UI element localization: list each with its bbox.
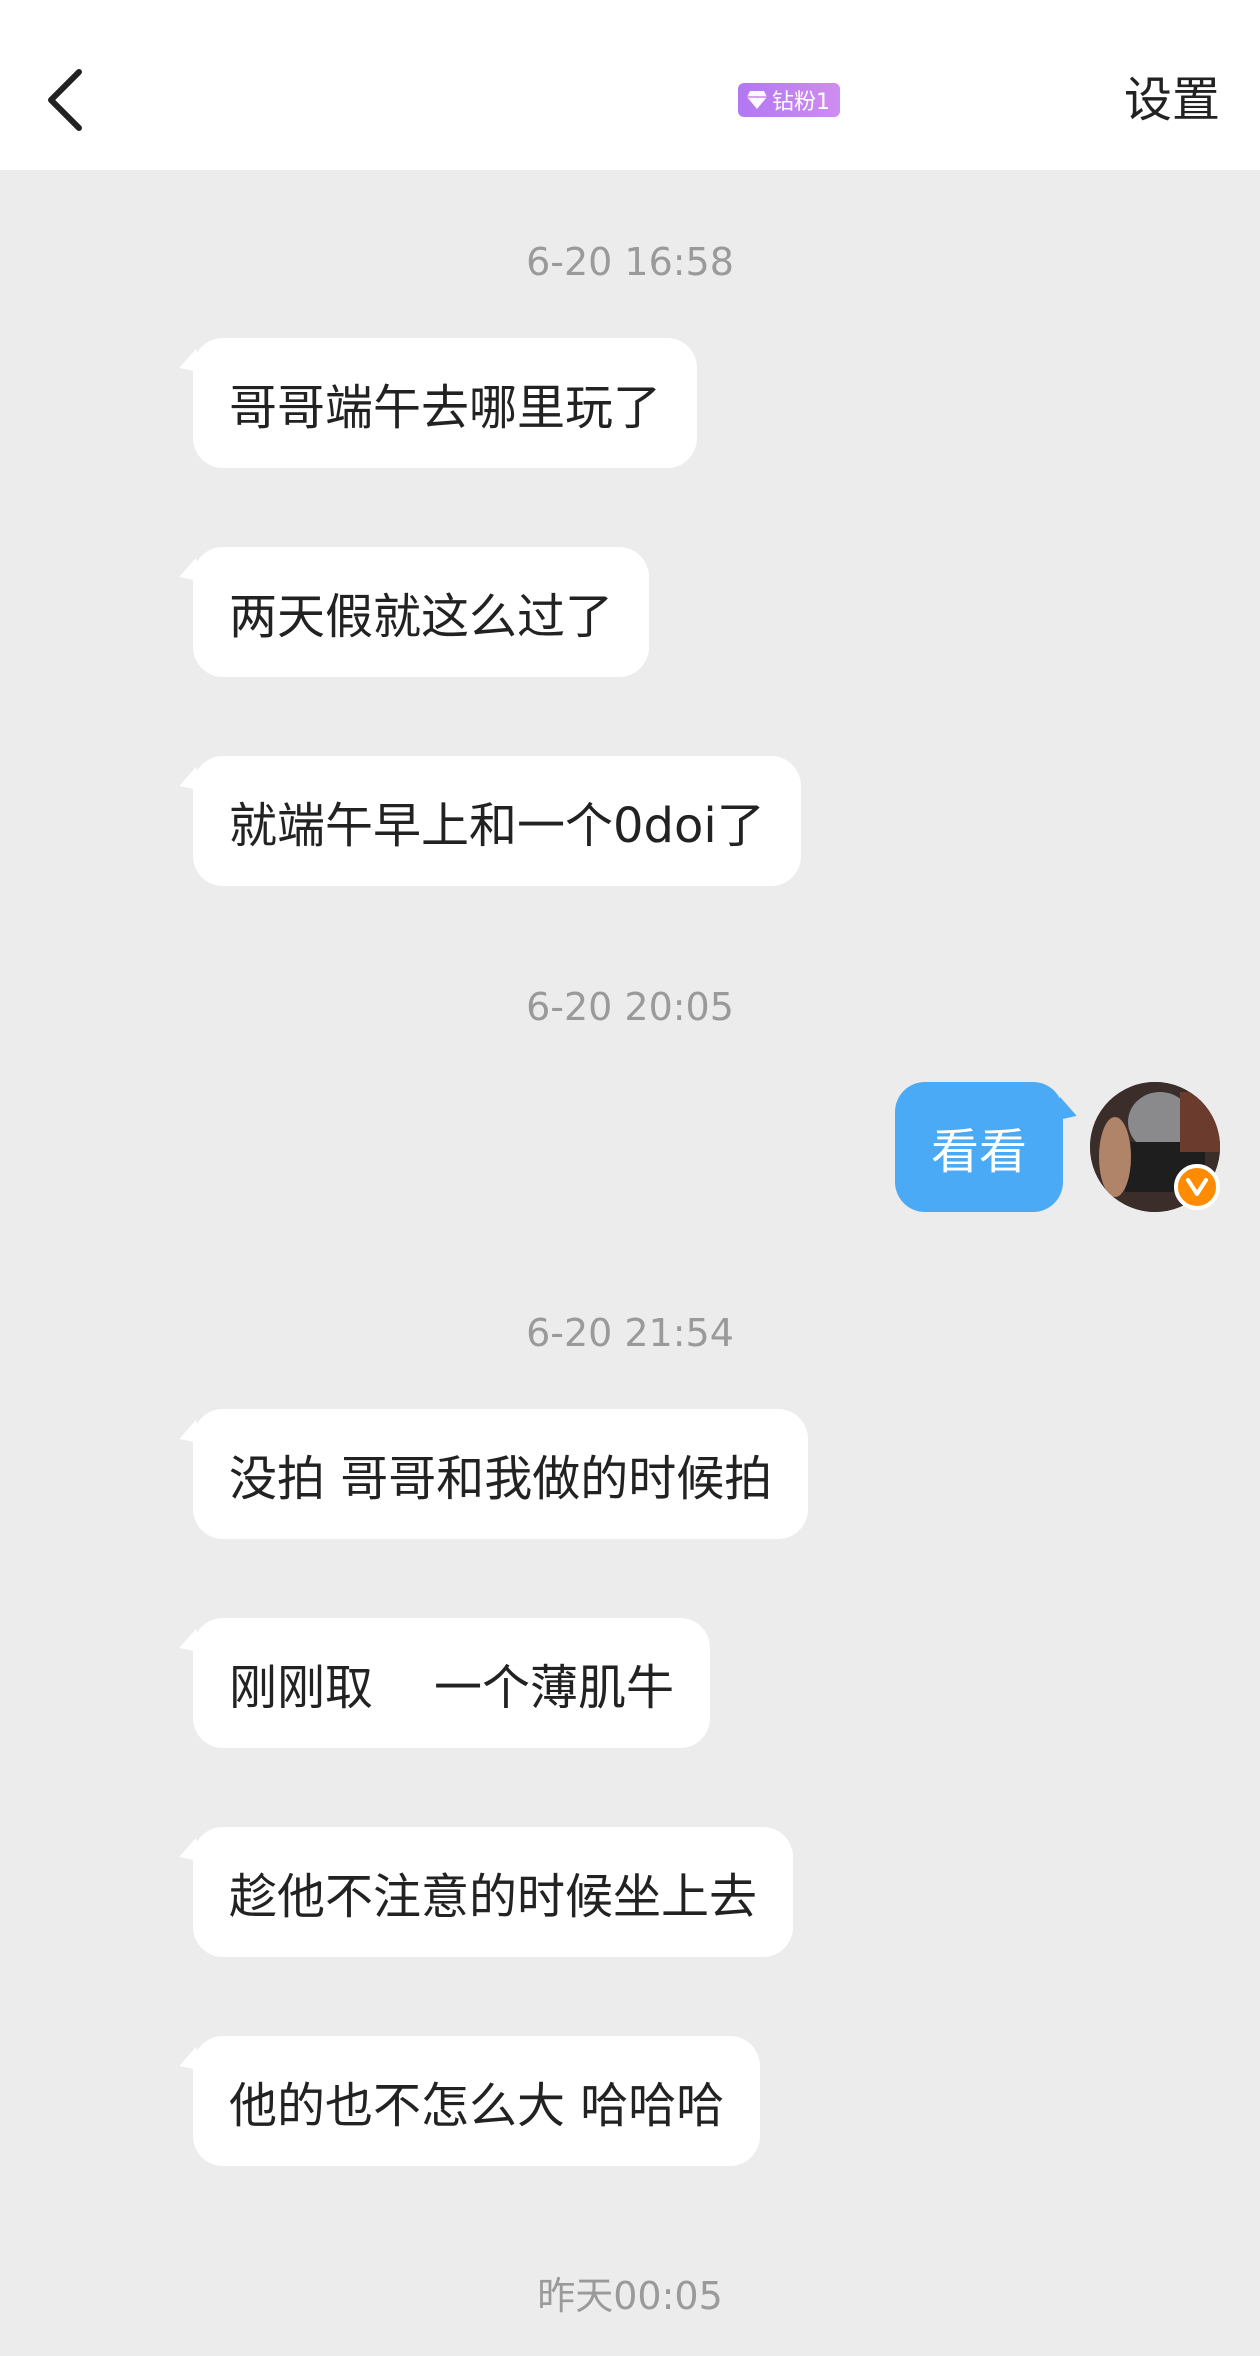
fan-level-badge: 钻粉1: [738, 83, 840, 117]
incoming-message[interactable]: 没拍 哥哥和我做的时候拍: [193, 1409, 809, 1539]
incoming-message[interactable]: 趁他不注意的时候坐上去: [193, 1827, 794, 1957]
message-text: 两天假就这么过了: [229, 589, 614, 645]
back-button[interactable]: [30, 55, 100, 145]
badge-label: 钻粉1: [772, 90, 830, 115]
message-text: 哥哥端午去哪里玩了: [229, 380, 662, 436]
top-bar: 钻粉1 设置: [0, 0, 1260, 170]
timestamp: 6-20 20:05: [526, 985, 734, 1029]
message-text: 趁他不注意的时候坐上去: [229, 1869, 758, 1925]
settings-button[interactable]: 设置: [1124, 70, 1220, 130]
back-arrow-icon: [48, 69, 82, 131]
verified-v-icon: [1174, 1164, 1220, 1210]
incoming-message[interactable]: 哥哥端午去哪里玩了: [193, 338, 698, 468]
message-text: 他的也不怎么大 哈哈哈: [229, 2078, 725, 2134]
timestamp: 昨天00:05: [537, 2274, 723, 2318]
message-text: 没拍 哥哥和我做的时候拍: [229, 1451, 773, 1507]
message-text: 看看: [931, 1124, 1028, 1180]
timestamp: 6-20 16:58: [526, 240, 734, 284]
incoming-message[interactable]: 他的也不怎么大 哈哈哈: [193, 2036, 761, 2166]
incoming-message[interactable]: 两天假就这么过了: [193, 547, 650, 677]
message-text: 就端午早上和一个0doi了: [229, 798, 765, 854]
diamond-icon: [746, 90, 768, 110]
timestamp: 6-20 21:54: [526, 1311, 734, 1355]
incoming-message[interactable]: 就端午早上和一个0doi了: [193, 756, 801, 886]
incoming-message[interactable]: 刚刚取 一个薄肌牛: [193, 1618, 711, 1748]
outgoing-message[interactable]: 看看: [895, 1082, 1064, 1212]
message-text: 刚刚取 一个薄肌牛: [229, 1660, 675, 1716]
